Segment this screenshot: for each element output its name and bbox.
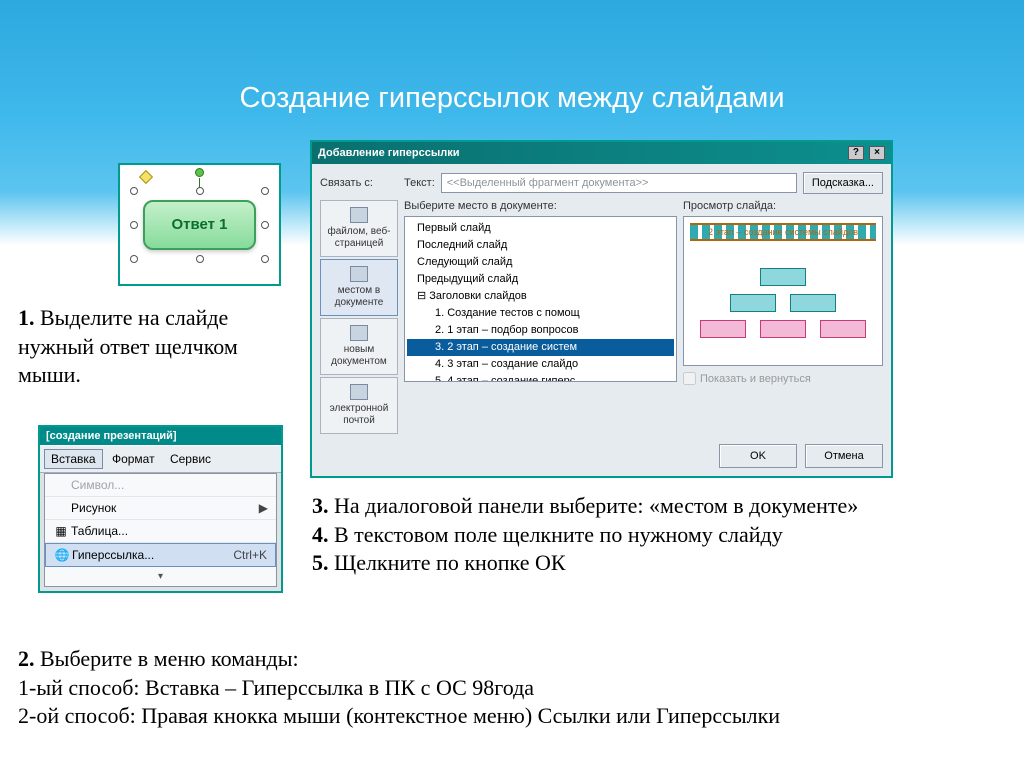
menu-insert[interactable]: Вставка [44,449,103,469]
window-title: [создание презентаций] [40,427,281,445]
shortcut-label: Ctrl+K [233,548,267,562]
menu-bar: Вставка Формат Сервис [40,445,281,473]
dialog-titlebar: Добавление гиперссылки ? × [312,142,891,164]
slide-title: Создание гиперссылок между слайдами [0,0,1024,115]
menu-expand[interactable]: ▾ [45,567,276,586]
preview-node [790,294,836,312]
steps-345: 3. На диалоговой панели выберите: «место… [312,492,992,578]
tree-item[interactable]: 4. 3 этап – создание слайдо [407,356,674,373]
preview-title: 2 этап – создание системы слайдов [690,223,876,241]
resize-handle[interactable] [196,187,204,195]
text-label: Текст: [404,177,435,189]
mail-icon [350,384,368,400]
document-tree[interactable]: Первый слайд Последний слайд Следующий с… [404,216,677,382]
answer-screenshot: Ответ 1 [118,163,281,286]
step1-text: 1. Выделите на слайде нужный ответ щелчк… [18,304,298,390]
ok-button[interactable]: OK [719,444,797,468]
resize-handle[interactable] [261,255,269,263]
document-icon [350,266,368,282]
checkbox[interactable] [683,372,696,385]
rail-file-web[interactable]: файлом, веб-страницей [320,200,398,257]
new-doc-icon [350,325,368,341]
choose-place-label: Выберите место в документе: [404,200,677,212]
cancel-button[interactable]: Отмена [805,444,883,468]
hint-button[interactable]: Подсказка... [803,172,883,194]
rail-new-doc[interactable]: новым документом [320,318,398,375]
resize-handle[interactable] [261,187,269,195]
link-to-rail: файлом, веб-страницей местом в документе… [320,200,398,434]
menu-service[interactable]: Сервис [164,450,217,468]
answer-button[interactable]: Ответ 1 [143,200,256,250]
globe-icon [350,207,368,223]
show-return-checkbox[interactable]: Показать и вернуться [683,372,883,385]
preview-node [760,320,806,338]
dropdown: Символ... Рисунок ▶ ▦Таблица... 🌐 Гиперс… [44,473,277,587]
menu-format[interactable]: Формат [106,450,161,468]
rail-place-in-doc[interactable]: местом в документе [320,259,398,316]
tree-item[interactable]: 1. Создание тестов с помощ [407,305,674,322]
close-button[interactable]: × [869,146,885,160]
tree-item[interactable]: 2. 1 этап – подбор вопросов [407,322,674,339]
text-input[interactable]: <<Выделенный фрагмент документа>> [441,173,797,193]
menu-item-picture[interactable]: Рисунок ▶ [45,497,276,520]
tree-item[interactable]: 5. 4 этап – создание гиперс [407,373,674,382]
tree-item[interactable]: Следующий слайд [407,254,674,271]
table-icon: ▦ [51,524,71,538]
menu-item-symbol[interactable]: Символ... [45,474,276,497]
preview-node [700,320,746,338]
menu-screenshot: [создание презентаций] Вставка Формат Се… [38,425,283,593]
hyperlink-dialog: Добавление гиперссылки ? × Связать с: Те… [310,140,893,478]
preview-node [820,320,866,338]
preview-label: Просмотр слайда: [683,200,883,212]
shape-adjust-handle[interactable] [139,169,153,183]
resize-handle[interactable] [196,255,204,263]
globe-icon: 🌐 [52,548,72,562]
step-2: 2. Выберите в меню команды: 1-ый способ:… [18,645,998,731]
rail-email[interactable]: электронной почтой [320,377,398,434]
resize-handle[interactable] [130,255,138,263]
tree-item[interactable]: Последний слайд [407,237,674,254]
tree-group-headers[interactable]: ⊟ Заголовки слайдов [407,288,674,305]
menu-item-hyperlink[interactable]: 🌐 Гиперссылка... Ctrl+K [45,543,276,567]
link-with-label: Связать с: [320,177,398,189]
resize-handle[interactable] [261,221,269,229]
resize-handle[interactable] [130,187,138,195]
resize-handle[interactable] [130,221,138,229]
tree-item[interactable]: Первый слайд [407,220,674,237]
preview-node [760,268,806,286]
preview-node [730,294,776,312]
tree-item-selected[interactable]: 3. 2 этап – создание систем [407,339,674,356]
tree-item[interactable]: Предыдущий слайд [407,271,674,288]
menu-item-table[interactable]: ▦Таблица... [45,520,276,543]
help-button[interactable]: ? [848,146,864,160]
shape-rotate-handle[interactable] [195,168,204,177]
slide-preview: 2 этап – создание системы слайдов [683,216,883,366]
